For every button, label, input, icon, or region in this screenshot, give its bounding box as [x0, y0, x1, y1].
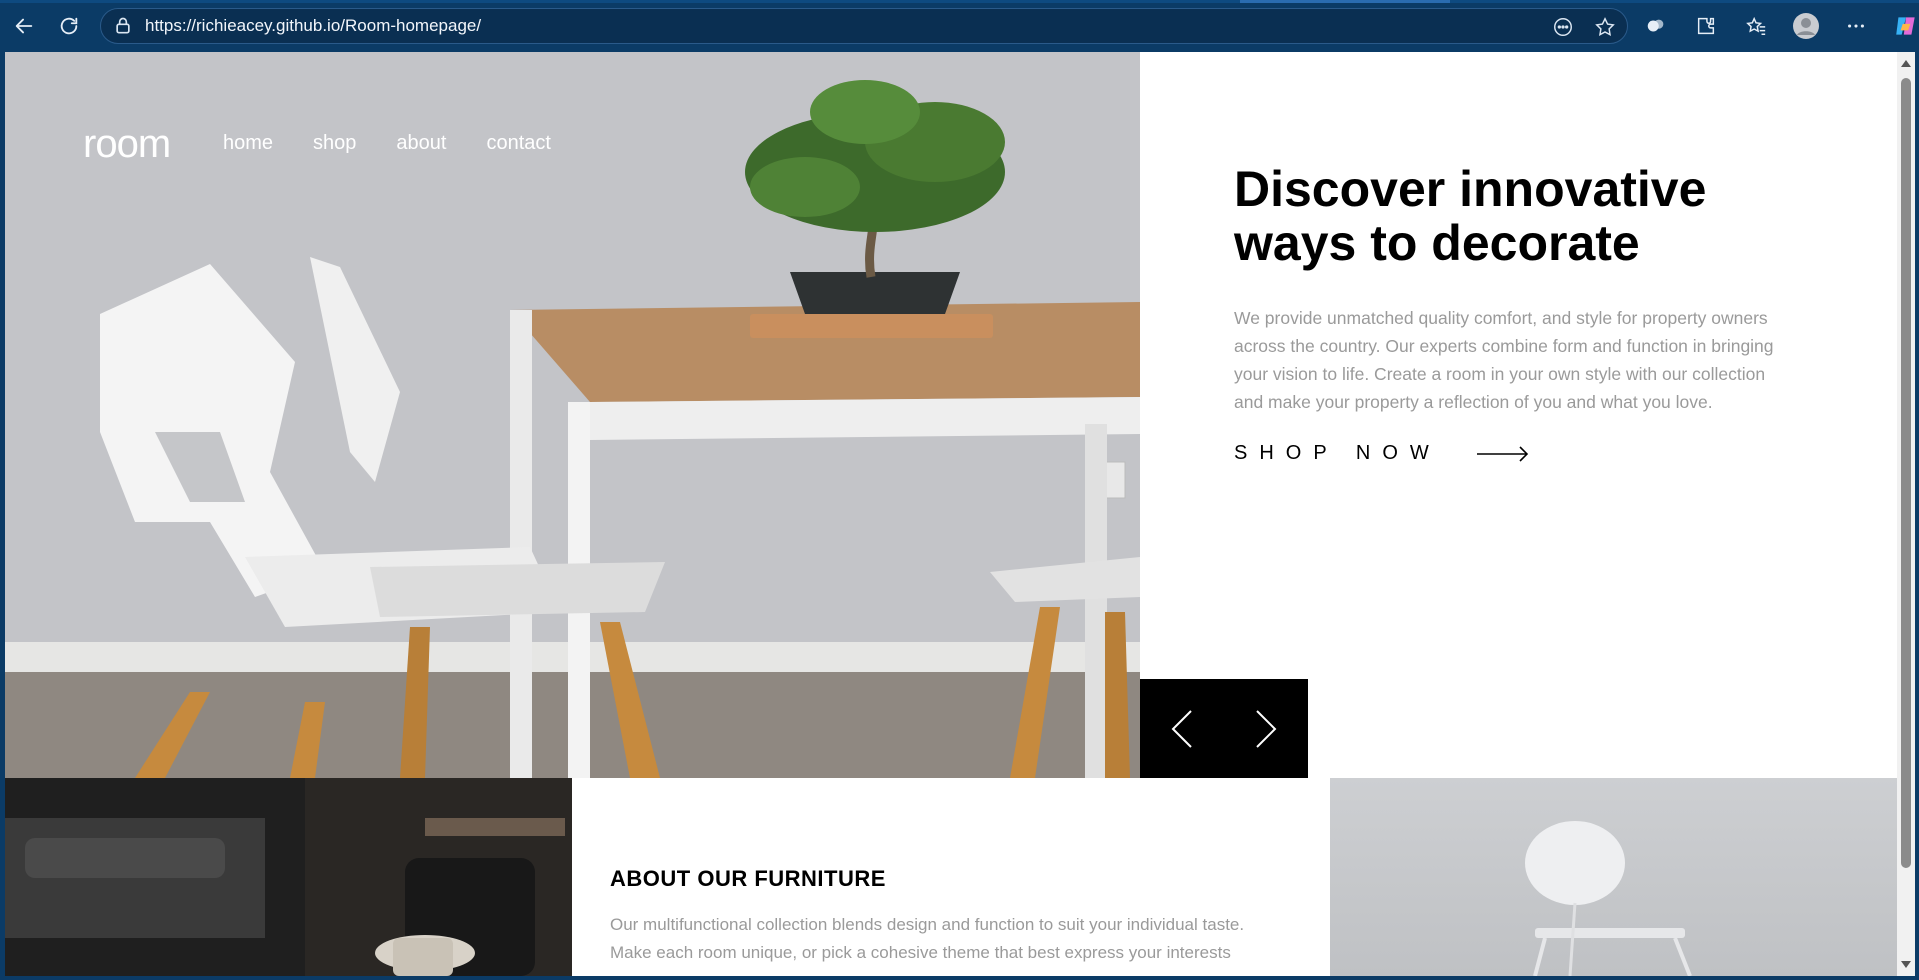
vertical-scrollbar[interactable]	[1897, 52, 1915, 976]
slider-prev-button[interactable]	[1140, 679, 1224, 778]
lock-icon[interactable]	[113, 16, 133, 36]
url-text[interactable]: https://richieacey.github.io/Room-homepa…	[145, 16, 481, 36]
scroll-down-arrow-icon[interactable]	[1901, 961, 1911, 968]
hero-image: room home shop about contact	[5, 52, 1140, 778]
hero-description: We provide unmatched quality comfort, an…	[1234, 308, 1774, 412]
shop-now-label[interactable]: SHOP NOW	[1234, 442, 1441, 465]
slider-controls	[1140, 679, 1308, 778]
dark-interior-illustration	[5, 778, 572, 976]
favorites-icon[interactable]	[1740, 10, 1772, 42]
white-chair-illustration	[1525, 821, 1692, 976]
about-text: Our multifunctional collection blends de…	[610, 915, 1245, 962]
main-nav: home shop about contact	[223, 132, 551, 155]
shop-now-link[interactable]: SHOP NOW	[1234, 442, 1794, 465]
profile-avatar-icon[interactable]	[1790, 10, 1822, 42]
active-tab-indicator	[1240, 0, 1450, 3]
extensions-icon[interactable]	[1690, 10, 1722, 42]
nav-link-about[interactable]: about	[396, 132, 446, 155]
arrow-right-icon[interactable]	[1476, 445, 1529, 462]
chevron-left-icon[interactable]	[1171, 709, 1193, 749]
white-chair-image	[1330, 778, 1897, 976]
dark-interior-image	[5, 778, 572, 976]
hero-photo-illustration	[5, 52, 1140, 778]
tab-strip	[0, 0, 1919, 3]
refresh-icon[interactable]	[53, 10, 85, 42]
chevron-right-icon[interactable]	[1255, 709, 1277, 749]
address-bar[interactable]: https://richieacey.github.io/Room-homepa…	[100, 8, 1628, 44]
nav-link-shop[interactable]: shop	[313, 132, 356, 155]
more-menu-icon[interactable]	[1840, 10, 1872, 42]
browser-toolbar: https://richieacey.github.io/Room-homepa…	[0, 0, 1919, 52]
scrollbar-thumb[interactable]	[1901, 78, 1911, 868]
slider-next-button[interactable]	[1224, 679, 1308, 778]
nav-link-home[interactable]: home	[223, 132, 273, 155]
nav-link-contact[interactable]: contact	[486, 132, 550, 155]
favorite-star-icon[interactable]	[1593, 15, 1617, 39]
scroll-up-arrow-icon[interactable]	[1901, 60, 1911, 67]
about-section: ABOUT OUR FURNITURE Our multifunctional …	[572, 778, 1330, 976]
back-arrow-icon[interactable]	[8, 10, 40, 42]
site-logo[interactable]: room	[83, 122, 171, 167]
reader-mode-icon[interactable]	[1551, 15, 1575, 39]
hero-content: Discover innovative ways to decorate We …	[1234, 162, 1794, 465]
about-title: ABOUT OUR FURNITURE	[610, 866, 886, 891]
page-viewport: room home shop about contact Discover in…	[5, 52, 1897, 976]
copilot-shield-icon[interactable]	[1640, 10, 1672, 42]
copilot-icon[interactable]	[1890, 10, 1919, 42]
hero-title: Discover innovative ways to decorate	[1234, 161, 1707, 271]
